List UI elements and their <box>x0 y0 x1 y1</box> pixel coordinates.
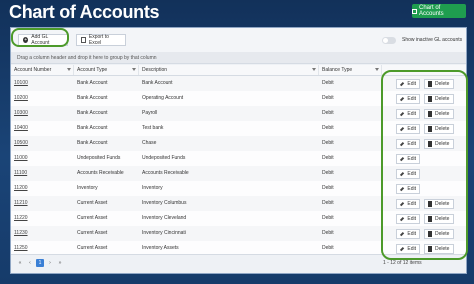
column-header-balance-type[interactable]: Balance Type <box>319 65 382 75</box>
account-type-cell: Current Asset <box>77 200 108 206</box>
balance-type-cell: Debit <box>322 155 334 161</box>
account-type-cell: Current Asset <box>77 230 108 236</box>
actions-column-highlight <box>381 70 468 260</box>
balance-type-cell: Debit <box>322 95 334 101</box>
column-header-description[interactable]: Description <box>139 65 319 75</box>
account-type-cell: Current Asset <box>77 215 108 221</box>
column-label: Description <box>142 67 168 73</box>
description-cell: Bank Account <box>142 80 173 86</box>
balance-type-cell: Debit <box>322 185 334 191</box>
prev-page-button[interactable]: ‹ <box>26 259 34 267</box>
account-number-cell[interactable]: 11210 <box>11 196 74 211</box>
account-number-cell[interactable]: 10100 <box>11 76 74 91</box>
balance-type-cell: Debit <box>322 140 334 146</box>
balance-type-cell: Debit <box>322 80 334 86</box>
export-excel-button[interactable]: Export to Excel <box>76 34 126 46</box>
filter-icon[interactable] <box>132 68 136 71</box>
balance-type-cell: Debit <box>322 170 334 176</box>
column-label: Balance Type <box>322 67 353 73</box>
filter-icon[interactable] <box>375 68 379 71</box>
account-type-cell: Bank Account <box>77 80 108 86</box>
page-1-button[interactable]: 1 <box>36 259 44 267</box>
column-header-account-type[interactable]: Account Type <box>74 65 139 75</box>
filter-icon[interactable] <box>312 68 316 71</box>
account-number-cell[interactable]: 11000 <box>11 151 74 166</box>
account-type-cell: Inventory <box>77 185 98 191</box>
description-cell: Accounts Receivable <box>142 170 189 176</box>
description-cell: Inventory Cleveland <box>142 215 187 221</box>
pager-info: 1 - 12 of 12 items <box>383 260 422 266</box>
account-type-cell: Undeposited Funds <box>77 155 121 161</box>
document-icon <box>412 8 417 14</box>
column-header-account-number[interactable]: Account Number <box>11 65 74 75</box>
filter-icon[interactable] <box>67 68 71 71</box>
account-number-cell[interactable]: 11230 <box>11 226 74 241</box>
description-cell: Undeposited Funds <box>142 155 186 161</box>
chart-of-accounts-button-label: Chart of Accounts <box>418 5 444 17</box>
account-type-cell: Bank Account <box>77 95 108 101</box>
balance-type-cell: Debit <box>322 215 334 221</box>
description-cell: Payroll <box>142 110 158 116</box>
account-number-cell[interactable]: 10500 <box>11 136 74 151</box>
next-page-button[interactable]: › <box>46 259 54 267</box>
last-page-button[interactable]: » <box>56 259 64 267</box>
balance-type-cell: Debit <box>322 110 334 116</box>
first-page-button[interactable]: « <box>16 259 24 267</box>
description-cell: Inventory <box>142 185 163 191</box>
column-label: Account Type <box>77 67 108 73</box>
description-cell: Inventory Columbus <box>142 200 187 206</box>
export-excel-label: Export to Excel <box>88 34 109 46</box>
description-cell: Test bank <box>142 125 164 131</box>
add-button-highlight <box>11 28 69 47</box>
description-cell: Inventory Cincinnati <box>142 230 186 236</box>
account-type-cell: Bank Account <box>77 125 108 131</box>
excel-icon <box>81 37 86 43</box>
grid-toolbar: + Add GL Account Export to Excel Show in… <box>11 28 466 53</box>
account-number-cell[interactable]: 10200 <box>11 91 74 106</box>
account-number-cell[interactable]: 11100 <box>11 166 74 181</box>
show-inactive-toggle[interactable] <box>382 37 396 44</box>
page-title: Chart of Accounts <box>9 2 160 22</box>
account-number-cell[interactable]: 10400 <box>11 121 74 136</box>
column-label: Account Number <box>14 67 52 73</box>
show-inactive-label: Show inactive GL accounts <box>402 37 463 43</box>
description-cell: Operating Account <box>142 95 184 101</box>
account-type-cell: Bank Account <box>77 140 108 146</box>
group-by-drop-area[interactable]: Drag a column header and drop it here to… <box>11 52 466 64</box>
balance-type-cell: Debit <box>322 125 334 131</box>
account-type-cell: Accounts Receivable <box>77 170 124 176</box>
chart-of-accounts-button[interactable]: Chart of Accounts <box>412 4 466 18</box>
account-number-cell[interactable]: 11220 <box>11 211 74 226</box>
account-number-cell[interactable]: 10300 <box>11 106 74 121</box>
account-number-cell[interactable]: 11200 <box>11 181 74 196</box>
balance-type-cell: Debit <box>322 200 334 206</box>
balance-type-cell: Debit <box>322 230 334 236</box>
description-cell: Chase <box>142 140 157 146</box>
account-type-cell: Bank Account <box>77 110 108 116</box>
